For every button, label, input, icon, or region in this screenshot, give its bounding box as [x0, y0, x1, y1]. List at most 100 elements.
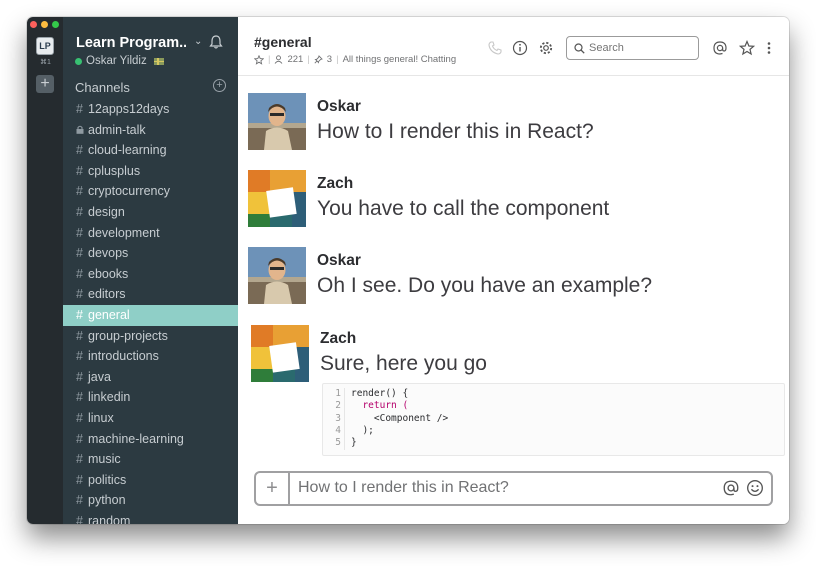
sidebar-item-label: devops	[88, 246, 129, 261]
sidebar-item-group-projects[interactable]: # group-projects	[63, 326, 238, 347]
hash-icon: #	[76, 513, 83, 524]
pinned-count[interactable]: 3	[327, 54, 332, 65]
mention-icon[interactable]	[722, 479, 740, 497]
sidebar-item-label: linkedin	[88, 390, 131, 405]
user-name: Oskar Yildiz	[86, 55, 147, 67]
message-sender[interactable]: Zach	[317, 175, 353, 193]
sidebar-item-label: design	[88, 204, 125, 219]
zach-avatar[interactable]	[248, 170, 306, 227]
sidebar-item-label: java	[88, 369, 111, 384]
zach-avatar[interactable]	[251, 325, 309, 382]
sidebar-item-random[interactable]: # random	[63, 511, 238, 524]
sidebar-item-music[interactable]: # music	[63, 449, 238, 470]
info-icon[interactable]	[512, 40, 528, 56]
oskar-avatar[interactable]	[248, 93, 306, 150]
sidebar-item-12apps12days[interactable]: #12apps12days	[63, 99, 238, 120]
sidebar-item-label: general	[88, 307, 130, 322]
minimize-window-button[interactable]	[41, 21, 48, 28]
message-sender[interactable]: Oskar	[317, 98, 361, 116]
channel-topic[interactable]: All things general! Chatting	[343, 54, 457, 65]
code-snippet[interactable]: 1 2 3 4 5 render() { return ( <Component…	[322, 383, 785, 456]
sidebar-item-design[interactable]: # design	[63, 202, 238, 223]
star-icon[interactable]	[254, 54, 264, 65]
gear-icon[interactable]	[538, 40, 554, 56]
more-icon[interactable]	[765, 40, 773, 56]
code-line: }	[351, 437, 357, 449]
sidebar-item-label: development	[88, 225, 160, 240]
hash-icon: #	[76, 349, 83, 364]
sidebar-item-label: group-projects	[88, 328, 168, 343]
sidebar-item-development[interactable]: # development	[63, 223, 238, 244]
hash-icon: #	[76, 266, 83, 281]
team-shortcut-label: ⌘1	[40, 59, 51, 66]
hash-icon: #	[76, 143, 83, 158]
mention-icon[interactable]	[712, 40, 728, 56]
sidebar-item-general[interactable]: # general	[63, 304, 238, 326]
search-input[interactable]	[589, 42, 689, 54]
sidebar-item-label: machine-learning	[88, 431, 184, 446]
hash-icon: #	[76, 493, 83, 508]
sidebar-item-python[interactable]: # python	[63, 490, 238, 511]
hash-icon: #	[76, 431, 83, 446]
search-box[interactable]	[566, 36, 699, 60]
flag-icon	[153, 57, 164, 65]
message-text: Sure, here you go	[320, 352, 487, 375]
current-user[interactable]: Oskar Yildiz	[75, 55, 164, 67]
sidebar-item-devops[interactable]: # devops	[63, 243, 238, 264]
sidebar-item-java[interactable]: # java	[63, 367, 238, 388]
channel-title[interactable]: #general	[254, 34, 312, 50]
hash-icon: #	[76, 287, 83, 302]
sidebar-item-introductions[interactable]: # introductions	[63, 346, 238, 367]
sidebar-item-linux[interactable]: # linux	[63, 408, 238, 429]
star-icon[interactable]	[739, 40, 755, 56]
close-window-button[interactable]	[30, 21, 37, 28]
sidebar-item-machine-learning[interactable]: # machine-learning	[63, 429, 238, 450]
sidebar-item-admin-talk[interactable]: admin-talk	[63, 120, 238, 141]
message-sender[interactable]: Oskar	[317, 252, 361, 270]
add-attachment-button[interactable]: +	[256, 473, 290, 504]
hash-icon: #	[76, 472, 83, 487]
member-count[interactable]: 221	[287, 54, 303, 65]
channels-header[interactable]: Channels	[75, 80, 130, 95]
hash-icon: #	[76, 184, 83, 199]
add-team-button[interactable]: +	[36, 75, 54, 93]
code-line: return (	[351, 400, 409, 412]
team-icon[interactable]: LP	[36, 37, 54, 55]
team-name[interactable]: Learn Program...	[76, 35, 186, 51]
sidebar-item-editors[interactable]: # editors	[63, 284, 238, 305]
message-input[interactable]: How to I render this in React?	[298, 479, 509, 497]
sidebar: Learn Program... ⌄ Oskar Yildiz Channels…	[63, 17, 238, 524]
sidebar-item-label: ebooks	[88, 266, 129, 281]
message-composer[interactable]: + How to I render this in React?	[254, 471, 773, 506]
emoji-icon[interactable]	[746, 479, 764, 497]
sidebar-item-cloud-learning[interactable]: # cloud-learning	[63, 140, 238, 161]
hash-icon: #	[76, 452, 83, 467]
add-channel-icon[interactable]: +	[213, 79, 226, 92]
code-line: render() {	[351, 388, 409, 399]
sidebar-item-politics[interactable]: # politics	[63, 470, 238, 491]
line-numbers: 1 2 3 4 5	[323, 388, 345, 450]
sidebar-item-ebooks[interactable]: # ebooks	[63, 264, 238, 285]
message-sender[interactable]: Zach	[320, 330, 356, 348]
code-lines: render() { return ( <Component /> ); }	[351, 388, 448, 449]
chevron-down-icon[interactable]: ⌄	[194, 36, 202, 47]
hash-icon: #	[76, 369, 83, 384]
channel-meta: | 221 | 3 | All things general! Chatting	[254, 54, 474, 65]
phone-icon[interactable]	[487, 40, 503, 56]
sidebar-item-label: random	[88, 513, 131, 524]
bell-icon[interactable]	[208, 34, 224, 50]
message-text: Oh I see. Do you have an example?	[317, 274, 653, 297]
hash-icon: #	[76, 328, 83, 343]
sidebar-item-linkedin[interactable]: # linkedin	[63, 387, 238, 408]
sidebar-item-cryptocurrency[interactable]: # cryptocurrency	[63, 181, 238, 202]
message-text: You have to call the component	[317, 197, 610, 220]
oskar-avatar[interactable]	[248, 247, 306, 304]
maximize-window-button[interactable]	[52, 21, 59, 28]
hash-icon: #	[76, 307, 83, 322]
hash-icon: #	[76, 102, 83, 116]
sidebar-item-label: cplusplus	[88, 163, 141, 178]
channel-header: #general | 221 | 3 | All things general!…	[238, 17, 789, 76]
sidebar-item-cplusplus[interactable]: # cplusplus	[63, 161, 238, 182]
hash-icon: #	[76, 225, 83, 240]
code-line: <Component />	[351, 412, 449, 424]
